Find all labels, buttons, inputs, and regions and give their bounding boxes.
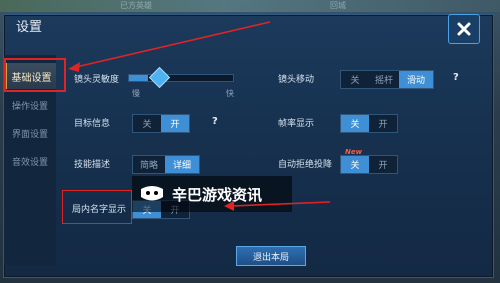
arrowhead-name (224, 201, 234, 211)
arrowhead-sidebar (68, 62, 80, 72)
arrow-to-name-toggle (231, 201, 331, 207)
arrow-to-sidebar (75, 21, 271, 68)
annotation-arrows (68, 21, 331, 211)
